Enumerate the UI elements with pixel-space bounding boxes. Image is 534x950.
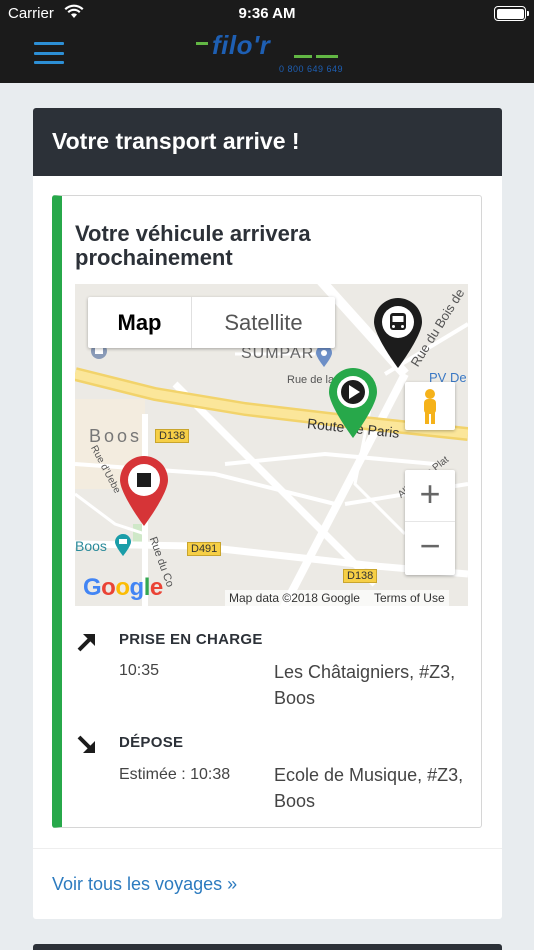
all-trips-link[interactable]: Voir tous les voyages » <box>52 874 237 895</box>
map-type-control: Map Satellite <box>88 297 335 348</box>
poi-tourism-icon <box>114 534 132 561</box>
logo-text: filo'r <box>212 30 271 60</box>
menu-icon[interactable] <box>34 42 64 64</box>
map-type-map-button[interactable]: Map <box>88 297 192 348</box>
dropoff-time: Estimée : 10:38 <box>119 766 231 783</box>
pickup-title: PRISE EN CHARGE <box>119 631 263 648</box>
map-type-satellite-button[interactable]: Satellite <box>192 297 335 348</box>
zoom-out-button[interactable]: − <box>405 522 455 574</box>
logo-phone: 0 800 649 649 <box>279 64 344 74</box>
map-data-credit: Map data ©2018 Google <box>229 591 360 605</box>
status-time: 9:36 AM <box>238 5 296 22</box>
panel-title: Votre véhicule arrivera prochainement <box>75 221 311 270</box>
dropoff-arrow-icon <box>76 734 98 756</box>
pickup-arrow-icon <box>76 631 98 653</box>
google-logo: Google <box>83 574 163 601</box>
map-label-boos-poi: Boos <box>75 538 107 554</box>
map-attribution: Map data ©2018 Google Terms of Use <box>225 590 449 606</box>
zoom-in-button[interactable]: + <box>405 470 455 522</box>
card-title: Votre transport arrive ! <box>52 128 300 154</box>
trip-panel: Votre véhicule arrivera prochainement SU… <box>52 195 482 828</box>
dropoff-place: Ecole de Musique, #Z3, Boos <box>274 765 464 811</box>
road-shield-d138-left: D138 <box>155 429 190 443</box>
zoom-control: + − <box>405 470 455 575</box>
filor-logo: filo'r 0 800 649 649 <box>196 30 346 78</box>
top-bar: Carrier 9:36 AM filo'r 0 800 649 649 <box>0 0 534 83</box>
transport-card: Votre transport arrive ! Votre véhicule … <box>33 108 502 919</box>
road-shield-d491: D491 <box>187 542 222 556</box>
next-card-header <box>33 944 502 950</box>
bus-pin-icon[interactable] <box>372 296 424 373</box>
street-view-pegman-icon[interactable] <box>405 382 455 430</box>
start-pin-icon[interactable] <box>327 366 379 443</box>
terms-of-use-link[interactable]: Terms of Use <box>374 591 445 605</box>
pickup-time: 10:35 <box>119 662 160 679</box>
card-header: Votre transport arrive ! <box>33 108 502 176</box>
battery-icon <box>494 6 529 21</box>
stop-pin-icon[interactable] <box>118 454 170 531</box>
dropoff-title: DÉPOSE <box>119 734 184 751</box>
status-bar: Carrier 9:36 AM <box>0 0 534 28</box>
road-shield-d138-bottom: D138 <box>343 569 378 583</box>
pickup-place: Les Châtaigniers, #Z3, Boos <box>274 662 456 708</box>
card-divider <box>33 848 502 849</box>
map-view[interactable]: SUMPAR Rue de la Route de Paris Rue du B… <box>75 284 468 606</box>
